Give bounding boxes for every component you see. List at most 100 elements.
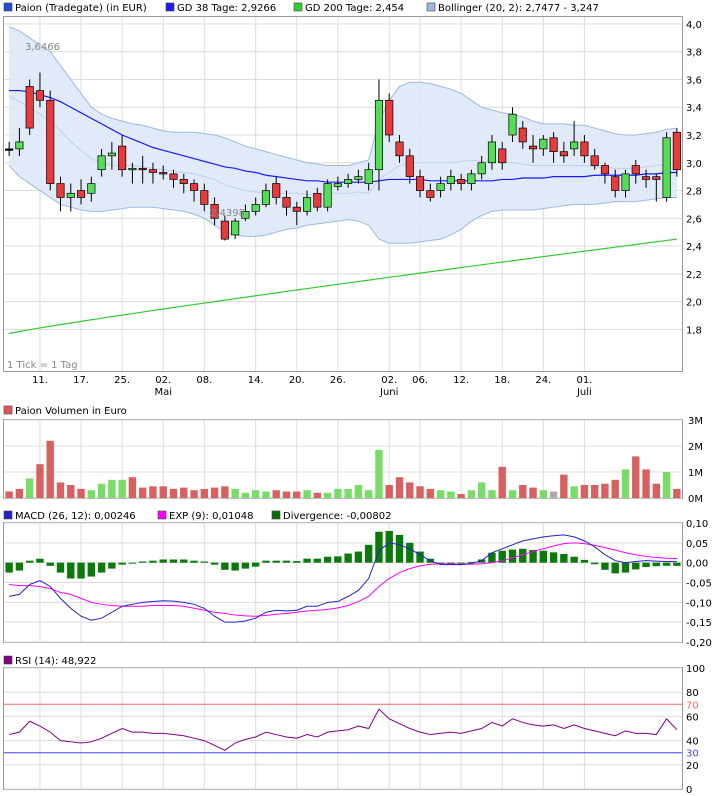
macd-divergence-bar [180,559,188,563]
rsi-grid [4,667,682,790]
candle-body [169,173,178,180]
macd-divergence-bar [5,562,13,573]
candle-body [672,131,681,171]
macd-divergence-bar [344,553,352,563]
macd-divergence-bar [590,562,599,565]
volume-bar [570,486,578,498]
month-label-2: Juli [576,387,592,398]
legend-swatch-0 [3,655,13,665]
macd-divergence-bar [632,562,640,570]
price-x-axis: 11. 17. 25. 02. 08. 14. 20. 26. 02. 06. 12. 18. 24. 0… [32,375,592,398]
macd-divergence-bar [15,562,24,571]
volume-panel: Paion Volumen in Euro 0M 1M 2M 3M [3,405,703,505]
candle [231,218,240,240]
volume-bar [488,490,496,498]
price-x-tick-6: 20. [289,375,305,386]
macd-divergence-bar [621,562,630,573]
candle-body [128,167,137,171]
volume-y-tick-1: 1M [688,468,703,479]
candle-body [549,137,558,153]
volume-legend: Paion Volumen in Euro [3,405,127,417]
volume-bar [621,469,630,498]
macd-divergence-bar [673,562,681,566]
macd-divergence-bar [210,562,219,565]
volume-bar [364,490,373,498]
candle-body [508,113,517,136]
candle-body [477,162,486,175]
macd-y-tick-2: 0,00 [686,559,708,570]
candle-body [179,179,188,184]
legend-swatch-3 [426,2,436,12]
macd-divergence-bar [169,559,178,563]
candle-body [405,155,414,177]
volume-bar [159,486,167,498]
tick-footnote: 1 Tick = 1 Tag [7,360,78,371]
legend-swatch-0 [3,2,13,12]
price-x-tick-7: 26. [330,375,346,386]
candle-body [15,141,24,150]
candle-body [374,99,384,171]
candle-body [56,183,65,198]
legend-label-1: EXP (9): 0,01048 [169,511,253,522]
volume-bar [138,487,147,498]
candle-body [333,183,342,187]
macd-line [9,534,677,623]
price-y-tick-10: 3,8 [686,48,702,59]
month-label-1: Juni [379,387,398,398]
macd-divergence-bar [138,561,147,563]
macd-divergence-bar [334,556,342,563]
volume-bar [590,485,599,498]
macd-divergence-bar [87,562,96,577]
volume-bar [354,485,363,498]
volume-bar [529,487,537,498]
candle-body [35,90,45,101]
volume-bar [477,482,486,498]
macd-y-tick-5: -0,15 [686,618,712,629]
volume-bar [36,464,44,498]
candle-body [251,204,260,212]
volume-frame [3,419,683,499]
volume-bar [15,488,24,498]
candle-body [631,165,640,175]
legend-swatch-1 [157,510,167,520]
volume-bar [97,483,106,498]
macd-divergence-bar [190,560,198,563]
volume-bar [344,488,352,498]
candle-body [200,190,209,205]
volume-bar [416,486,424,498]
volume-bar [77,488,85,498]
macd-divergence-bar [77,562,85,579]
rsi-y-tick-0: 100 [686,664,705,675]
macd-y-tick-4: -0,10 [686,598,712,609]
candle-body [138,167,147,171]
price-x-tick-12: 24. [535,375,551,386]
price-y-tick-7: 3,2 [686,131,702,142]
legend-label-0: Paion Volumen in Euro [15,406,127,417]
volume-y-tick-3: 3M [688,416,703,427]
month-label-0: Mai [154,387,172,398]
candle-body [580,141,589,157]
volume-bar [611,479,619,498]
volume-bar [426,488,435,498]
macd-divergence-bar [97,562,106,573]
price-y-axis: 1,8 2,0 2,2 2,4 2,6 2,8 3,0 3,2 3,4 3,6 3,8 4,0 [686,20,702,336]
candle-body [159,172,168,175]
legend-swatch-2 [293,2,303,12]
volume-bar [190,490,198,498]
price-x-tick-8: 02. [381,375,397,386]
macd-divergence-bar [149,560,157,563]
volume-bar [118,479,126,498]
volume-grid [4,419,682,499]
gd200-line [9,238,677,335]
volume-bar [498,466,506,498]
volume-plot [5,440,681,498]
macd-divergence-bar [128,562,137,564]
macd-divergence-bar [662,562,671,566]
macd-panel: MACD (26, 12): 0,00246 EXP (9): 0,01048 Di… [3,510,712,649]
candle-body [107,152,116,157]
volume-bar [56,482,65,498]
candle-body [570,141,579,150]
rsi-plot [4,703,682,754]
candle-body [487,141,497,164]
volume-bar [580,485,589,498]
